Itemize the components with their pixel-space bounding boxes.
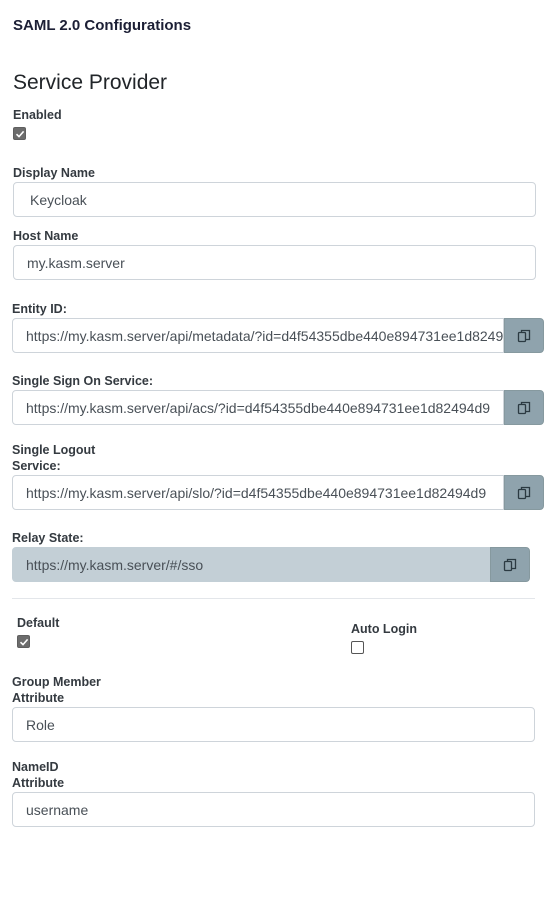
divider (12, 598, 535, 599)
entity-id-copy-button[interactable] (504, 318, 544, 353)
section-title: Service Provider (13, 71, 168, 94)
group-member-attribute-label-line2: Attribute (12, 691, 65, 705)
group-member-attribute-label-line1: Group Member (12, 675, 101, 689)
slo-service-copy-button[interactable] (504, 475, 544, 510)
slo-service-label-line1: Single Logout (12, 443, 96, 457)
enabled-label: Enabled (13, 108, 62, 122)
enabled-checkbox[interactable] (13, 127, 26, 140)
host-name-label: Host Name (13, 229, 79, 243)
check-icon (15, 130, 24, 138)
entity-id-label: Entity ID: (12, 302, 67, 316)
copy-icon (503, 558, 517, 571)
copy-icon (517, 486, 531, 499)
relay-state-input[interactable]: https://my.kasm.server/#/sso (12, 547, 490, 582)
nameid-attribute-label: NameID Attribute (12, 759, 64, 791)
nameid-attribute-label-line2: Attribute (12, 776, 65, 790)
display-name-input[interactable]: Keycloak (13, 182, 536, 217)
default-label: Default (17, 616, 60, 630)
relay-state-copy-button[interactable] (490, 547, 530, 582)
group-member-attribute-input[interactable]: Role (12, 707, 535, 742)
group-member-attribute-label: Group Member Attribute (12, 674, 101, 706)
display-name-label: Display Name (13, 166, 95, 180)
nameid-attribute-label-line1: NameID (12, 760, 59, 774)
slo-service-label-line2: Service: (12, 459, 61, 473)
relay-state-label: Relay State: (12, 531, 84, 545)
nameid-attribute-input[interactable]: username (12, 792, 535, 827)
sso-service-input[interactable]: https://my.kasm.server/api/acs/?id=d4f54… (12, 390, 504, 425)
auto-login-label: Auto Login (351, 622, 417, 636)
host-name-input[interactable]: my.kasm.server (13, 245, 536, 280)
sso-service-label: Single Sign On Service: (12, 374, 154, 388)
auto-login-checkbox[interactable] (351, 641, 364, 654)
entity-id-input[interactable]: https://my.kasm.server/api/metadata/?id=… (12, 318, 504, 353)
slo-service-input[interactable]: https://my.kasm.server/api/slo/?id=d4f54… (12, 475, 504, 510)
slo-service-label: Single Logout Service: (12, 442, 95, 474)
page-title: SAML 2.0 Configurations (13, 17, 192, 34)
copy-icon (517, 329, 531, 342)
default-checkbox[interactable] (17, 635, 30, 648)
sso-service-copy-button[interactable] (504, 390, 544, 425)
check-icon (19, 638, 28, 646)
copy-icon (517, 401, 531, 414)
